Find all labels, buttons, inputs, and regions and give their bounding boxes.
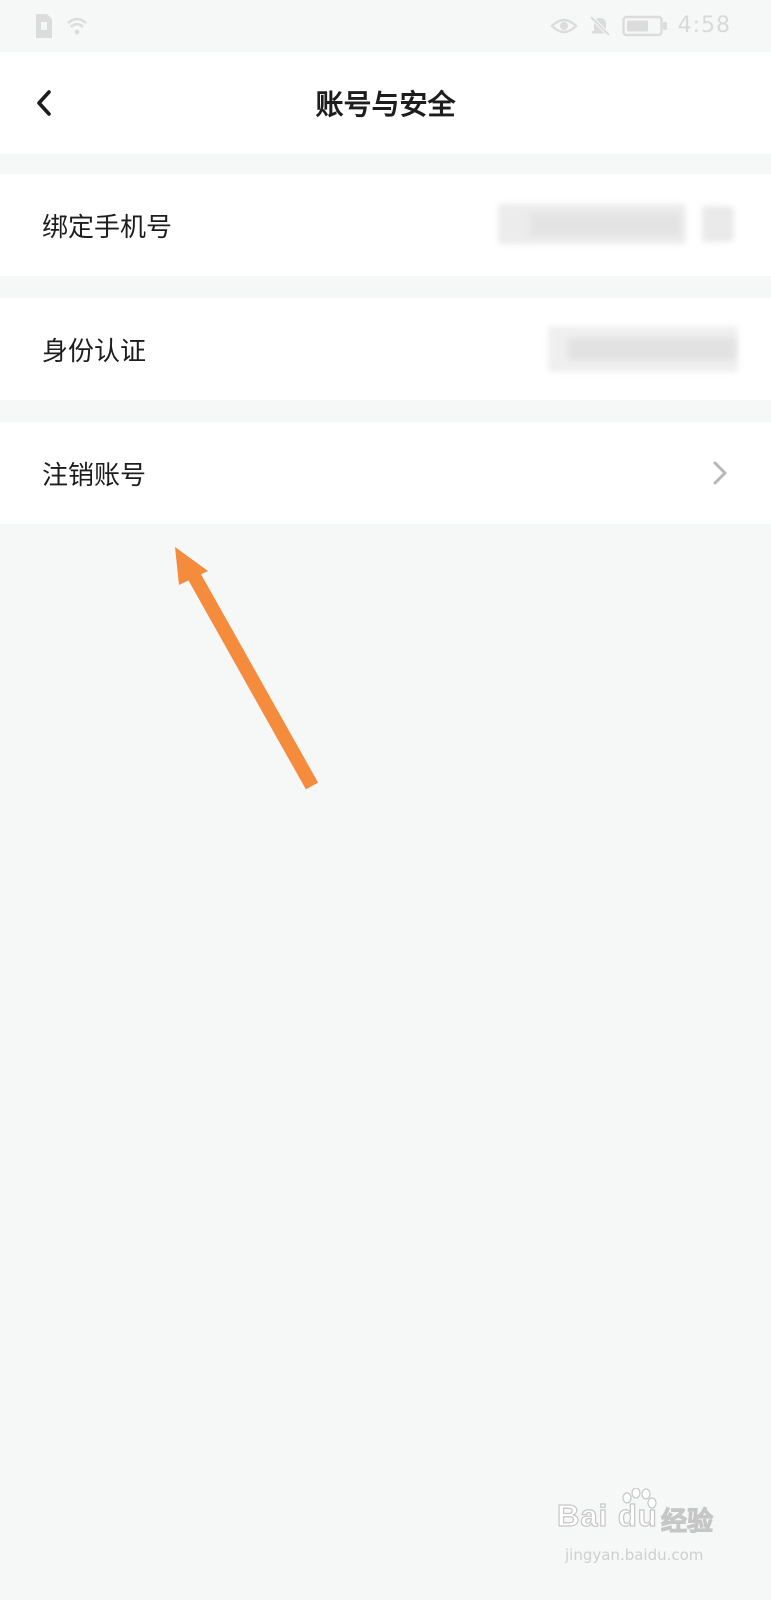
row-cancel-account[interactable]: 注销账号 [0, 422, 771, 524]
watermark-sub: jingyan.baidu.com [565, 1546, 704, 1564]
status-bar: 4:58 [0, 0, 771, 52]
eye-icon [549, 18, 578, 33]
chevron-right-icon [713, 461, 727, 485]
wifi-icon [67, 17, 87, 35]
chevron-left-icon [37, 90, 51, 116]
baidu-jingyan-watermark: Bai du 经验 jingyan.baidu.com [556, 1488, 737, 1578]
status-time: 4:58 [677, 13, 731, 38]
mute-bell-icon [589, 15, 611, 36]
row-identity-verification-label: 身份认证 [42, 336, 147, 367]
sim-card-icon [36, 14, 52, 38]
row-cancel-account-label: 注销账号 [42, 460, 147, 491]
status-bar-left [34, 12, 88, 40]
row-identity-verification[interactable]: 身份认证 [0, 298, 771, 400]
paw-icon [622, 1488, 657, 1509]
watermark-cn: 经验 [660, 1507, 714, 1538]
status-bar-right: 4:58 [549, 13, 731, 38]
row-bind-phone[interactable]: 绑定手机号 [0, 174, 771, 276]
battery-icon [621, 15, 667, 36]
row-bind-phone-label: 绑定手机号 [42, 212, 173, 243]
page-title: 账号与安全 [315, 88, 456, 121]
back-button[interactable] [22, 81, 66, 125]
header-bar: 账号与安全 [0, 52, 771, 154]
